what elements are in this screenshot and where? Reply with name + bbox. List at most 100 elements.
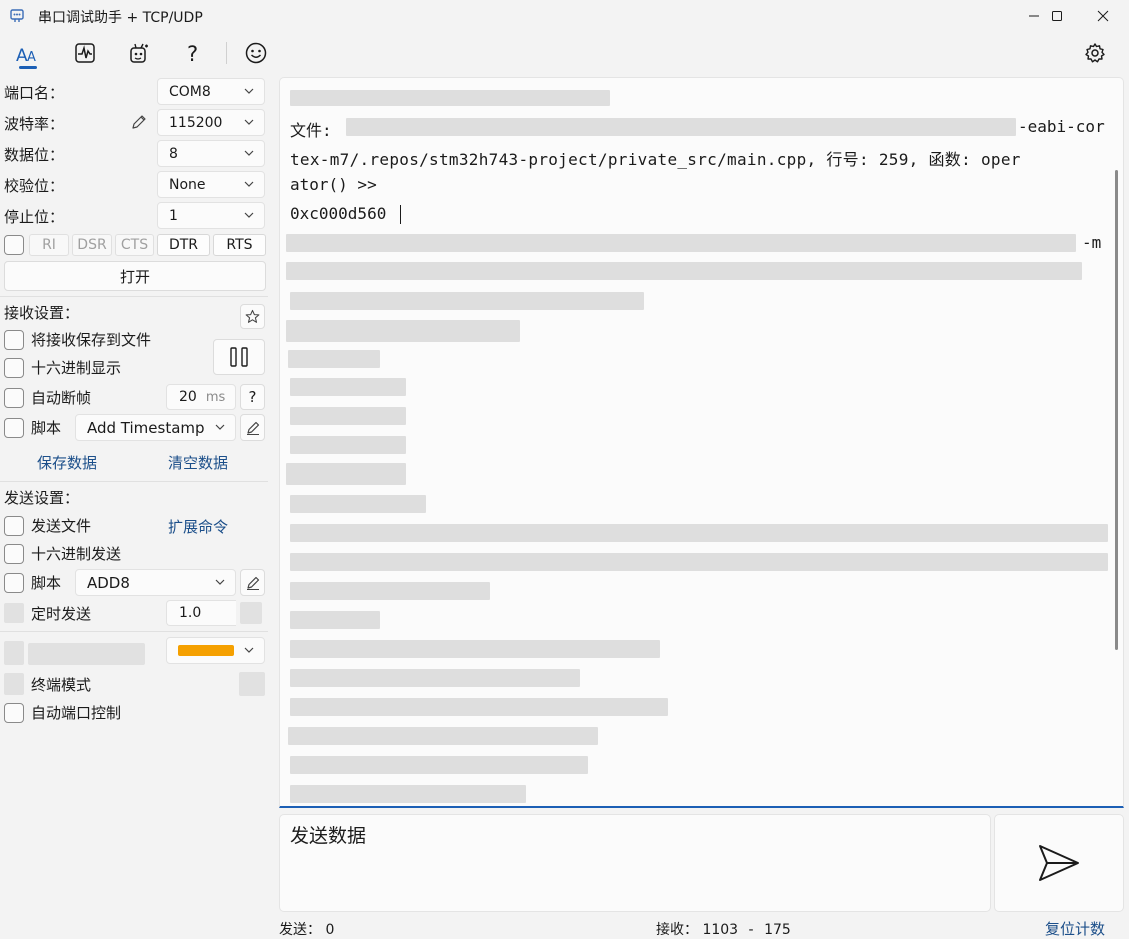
redacted-region: [240, 602, 262, 624]
baud-label: 波特率：: [4, 115, 65, 133]
clear-data-link[interactable]: 清空数据: [168, 452, 228, 473]
baud-select[interactable]: 115200: [157, 109, 265, 136]
receive-settings-title: 接收设置：: [4, 304, 80, 322]
highlight-color-select[interactable]: [166, 637, 265, 664]
send-icon: [1039, 845, 1079, 881]
received-label: 接收：: [656, 922, 698, 938]
redacted-text: [286, 234, 1076, 252]
hex-display-checkbox[interactable]: [4, 358, 24, 378]
chevron-down-icon: [215, 424, 225, 430]
send-file-checkbox[interactable]: [4, 516, 24, 536]
text-cursor: [400, 205, 401, 224]
stopbits-select[interactable]: 1: [157, 202, 265, 229]
parity-select[interactable]: None: [157, 171, 265, 198]
send-file-label: 发送文件: [31, 517, 92, 535]
auto-port-checkbox[interactable]: [4, 703, 24, 723]
help-icon: ?: [187, 42, 198, 65]
dsr-button[interactable]: DSR: [72, 234, 112, 256]
send-script-select[interactable]: ADD8: [75, 569, 236, 596]
receive-scrollbar[interactable]: [1115, 170, 1118, 650]
stopbits-label: 停止位：: [4, 208, 65, 226]
auto-frame-checkbox[interactable]: [4, 388, 24, 408]
save-to-file-label: 将接收保存到文件: [31, 331, 152, 349]
timed-send-label: 定时发送: [31, 605, 92, 623]
waveform-tool-button[interactable]: [67, 36, 103, 70]
redacted-text: [290, 698, 668, 716]
send-script-checkbox[interactable]: [4, 573, 24, 593]
timed-send-input[interactable]: 1.0: [166, 600, 236, 626]
terminal-mode-checkbox[interactable]: [4, 673, 24, 695]
redacted-text: [290, 90, 610, 106]
databits-select[interactable]: 8: [157, 140, 265, 167]
send-input[interactable]: 发送数据: [279, 814, 991, 912]
timed-send-value: 1.0: [179, 605, 202, 621]
received-value-2: 175: [764, 922, 791, 938]
edit-icon: [246, 421, 259, 435]
settings-button[interactable]: [1077, 36, 1113, 70]
save-to-file-checkbox[interactable]: [4, 330, 24, 350]
receive-line-path: tex-m7/.repos/stm32h743-project/private_…: [290, 150, 1021, 169]
save-data-link[interactable]: 保存数据: [37, 452, 97, 473]
auto-frame-input[interactable]: 20 ms: [166, 384, 236, 410]
font-tool-button[interactable]: A A: [10, 36, 46, 70]
pen-icon[interactable]: [130, 113, 148, 131]
reset-counts-link[interactable]: 复位计数: [1045, 918, 1105, 939]
auto-port-label: 自动端口控制: [31, 704, 122, 722]
signal-checkbox[interactable]: [4, 235, 24, 255]
receive-script-checkbox[interactable]: [4, 418, 24, 438]
svg-text:?: ?: [187, 42, 198, 65]
auto-frame-unit: ms: [205, 389, 226, 405]
receive-script-select[interactable]: Add Timestamp: [75, 414, 236, 441]
receive-line-addr: 0xc000d560: [290, 204, 387, 223]
received-value: 1103: [702, 922, 739, 938]
dtr-button[interactable]: DTR: [157, 234, 210, 256]
toolbar-separator: [226, 42, 227, 64]
chevron-down-icon: [244, 88, 254, 94]
sent-counter: 发送： 0: [279, 919, 334, 939]
rts-button[interactable]: RTS: [213, 234, 266, 256]
port-select[interactable]: COM8: [157, 78, 265, 105]
receive-line-file: 文件:: [290, 121, 332, 140]
receive-text-area[interactable]: 文件: -eabi-cor tex-m7/.repos/stm32h743-pr…: [279, 77, 1124, 808]
redacted-text: [290, 756, 588, 774]
gear-icon: [1085, 43, 1105, 63]
timed-send-checkbox[interactable]: [4, 603, 24, 623]
maximize-button[interactable]: [1034, 0, 1080, 32]
redacted-text: [286, 262, 1082, 280]
auto-frame-label: 自动断帧: [31, 389, 92, 407]
redacted-text: [290, 640, 660, 658]
cts-button[interactable]: CTS: [115, 234, 154, 256]
redacted-text: [290, 436, 406, 454]
smiley-tool-button[interactable]: [238, 36, 274, 70]
help-tool-button[interactable]: ?: [176, 36, 212, 70]
receive-script-value: Add Timestamp: [87, 418, 205, 437]
redacted-region: [28, 643, 145, 665]
baud-value: 115200: [169, 114, 223, 131]
font-icon: A A: [16, 46, 36, 65]
svg-text:A: A: [27, 50, 36, 65]
plugin-tool-button[interactable]: [121, 36, 157, 70]
serial-port-icon: [10, 9, 24, 22]
extend-command-link[interactable]: 扩展命令: [168, 516, 228, 537]
send-script-edit-button[interactable]: [240, 569, 265, 596]
open-port-button[interactable]: 打开: [4, 261, 266, 291]
favorite-button[interactable]: [240, 304, 265, 329]
hex-send-checkbox[interactable]: [4, 544, 24, 564]
chevron-down-icon: [244, 181, 254, 187]
auto-frame-help-button[interactable]: ?: [240, 384, 265, 410]
pause-button[interactable]: [213, 339, 265, 375]
send-script-value: ADD8: [87, 573, 130, 592]
receive-script-edit-button[interactable]: [240, 414, 265, 441]
redacted-text: [346, 118, 1016, 136]
stopbits-value: 1: [169, 207, 178, 224]
waveform-icon: [75, 43, 95, 63]
divider: [0, 481, 268, 482]
databits-value: 8: [169, 145, 178, 162]
hex-send-label: 十六进制发送: [31, 545, 122, 563]
received-separator: -: [748, 922, 754, 938]
close-button[interactable]: [1080, 0, 1126, 32]
hex-display-label: 十六进制显示: [31, 359, 122, 377]
ri-button[interactable]: RI: [29, 234, 69, 256]
send-button[interactable]: [994, 814, 1124, 912]
title-bar: 串口调试助手 + TCP/UDP: [0, 0, 1129, 32]
